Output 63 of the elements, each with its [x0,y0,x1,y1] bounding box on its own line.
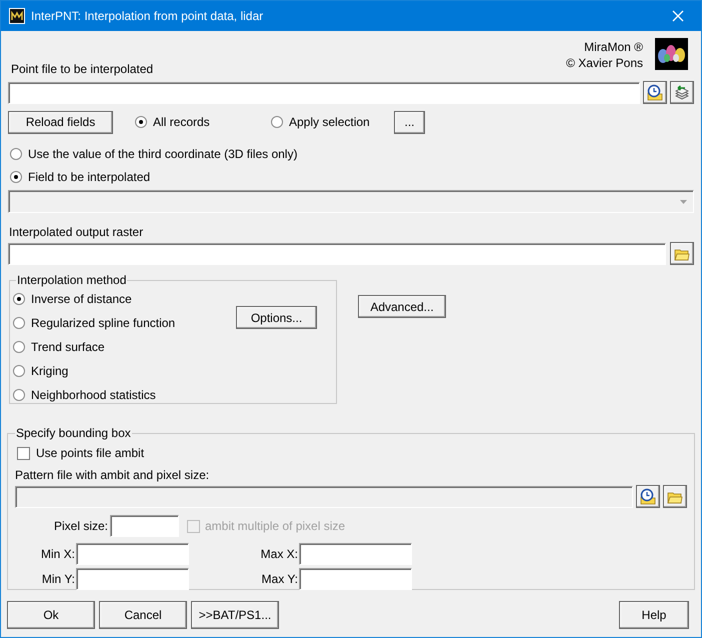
browse-button[interactable] [670,242,694,265]
browse-button[interactable] [663,485,687,508]
field-label: Min X: [40,546,76,563]
group-title: Specify bounding box [15,425,132,442]
recent-files-button[interactable] [636,485,660,508]
dialog-button[interactable]: Help [619,601,689,629]
options-button[interactable]: Options... [236,306,317,329]
point-file-field[interactable] [8,82,640,104]
radio-label: Kriging [31,363,68,380]
app-icon [9,8,25,24]
field-label: Pattern file with ambit and pixel size: [15,467,210,484]
radio-button[interactable] [10,171,22,183]
coordinate-field[interactable] [76,568,189,590]
checkbox-label: Use points file ambit [36,445,144,462]
folder-icon [667,490,683,504]
close-icon [672,10,684,22]
recent-folder-icon [639,488,657,506]
layers-arrow-icon [673,84,691,102]
field-label: Max X: [260,546,299,563]
logo-icon [655,38,688,70]
radio-label: Trend surface [31,339,105,356]
credit-text: © Xavier Pons [566,55,643,71]
layers-button[interactable] [670,81,694,104]
group-title: Interpolation method [16,272,128,289]
radio-button[interactable] [135,116,147,128]
radio-label: Regularized spline function [31,315,176,332]
dialog-button[interactable]: >>BAT/PS1... [191,601,279,629]
radio-label: All records [153,114,210,131]
advanced-button[interactable]: Advanced... [358,295,446,318]
dropdown-arrow-icon [680,200,687,204]
field-label: Pixel size: [52,518,109,535]
field-label: Interpolated output raster [8,224,144,241]
coordinate-field[interactable] [299,568,412,590]
radio-label: Use the value of the third coordinate (3D files only) [28,146,298,163]
field-label: Point file to be interpolated [10,61,154,78]
recent-files-button[interactable] [643,81,667,104]
radio-button[interactable] [10,148,22,160]
recent-folder-icon [646,84,664,102]
reload-fields-button[interactable]: Reload fields [8,110,113,134]
coordinate-field[interactable] [299,543,412,565]
coordinate-field[interactable] [76,543,189,565]
selection-button[interactable]: ... [394,110,425,134]
pixel-size-field[interactable] [110,515,179,537]
window-title: InterPNT: Interpolation from point data, lidar [31,8,264,25]
field-label: Max Y: [260,571,299,588]
folder-icon [674,246,690,260]
dialog-button[interactable]: Ok [7,601,95,629]
radio-label: Apply selection [289,114,370,131]
checkbox[interactable] [17,446,30,460]
radio-button[interactable] [13,365,25,377]
radio-button[interactable] [271,116,283,128]
radio-label: Field to be interpolated [28,169,150,186]
radio-button[interactable] [13,293,25,305]
radio-button[interactable] [13,389,25,401]
radio-button[interactable] [13,317,25,329]
checkbox-label: ambit multiple of pixel size [205,518,346,535]
credit-text: MiraMon ® [584,39,643,55]
output-raster-field[interactable] [8,242,666,264]
radio-label: Inverse of distance [31,291,132,308]
dialog-button[interactable]: Cancel [99,601,187,629]
radio-label: Neighborhood statistics [31,387,156,404]
radio-button[interactable] [13,341,25,353]
field-label: Min Y: [40,571,76,588]
